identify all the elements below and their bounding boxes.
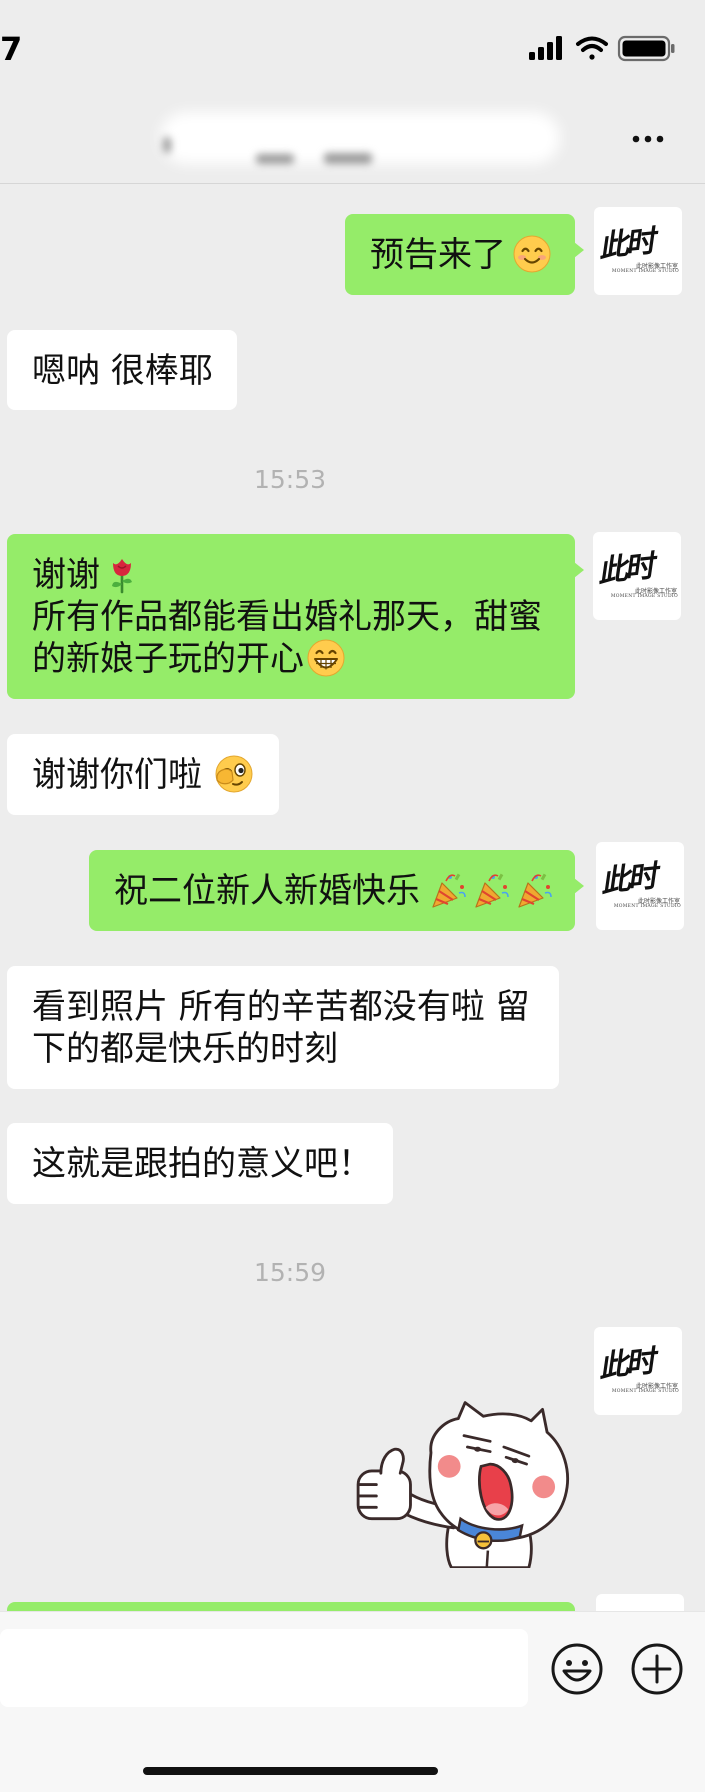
logo-subtitle-en: MOMENT IMAGE STUDIO: [611, 1389, 679, 1394]
home-indicator[interactable]: [143, 1767, 438, 1775]
logo-text: 此时: [596, 1344, 655, 1385]
title-smudge: [163, 137, 171, 153]
message-bubble-received[interactable]: 谢谢你们啦: [7, 734, 279, 815]
message-bubble-received[interactable]: 嗯呐 很棒耶: [7, 330, 237, 410]
avatar-self[interactable]: 此时 此时影像工作室 MOMENT IMAGE STUDIO: [594, 207, 682, 295]
cat-thumbs-up-sticker[interactable]: [349, 1400, 571, 1568]
cellular-signal-icon: [529, 36, 562, 60]
message-line: 谢谢: [32, 554, 550, 596]
avatar-self[interactable]: 此时 此时影像工作室 MOMENT IMAGE STUDIO: [596, 842, 684, 930]
chat-timestamp: 15:59: [253, 1258, 327, 1287]
chat-screen: 7 预告来了 此时 此时影像工作室 MOMENT IMAGE STUDIO 嗯呐…: [0, 0, 705, 1792]
logo-subtitle-en: MOMENT IMAGE STUDIO: [611, 269, 679, 274]
message-line: 下的都是快乐的时刻: [32, 1029, 338, 1069]
sticker-thumb: [379, 1447, 405, 1475]
message-line: 的新娘子玩的开心: [32, 638, 550, 680]
message-text: 预告来了: [370, 235, 506, 275]
message-bubble-received[interactable]: 看到照片 所有的辛苦都没有啦 留 下的都是快乐的时刻: [7, 966, 559, 1089]
message-text: 的新娘子玩的开心: [32, 639, 304, 679]
message-text: 谢谢你们啦: [32, 755, 202, 795]
message-text: 嗯呐 很棒耶: [32, 351, 213, 391]
message-input[interactable]: [0, 1629, 528, 1707]
party-popper-emoji-icon: [475, 873, 509, 908]
rose-emoji-icon: [112, 559, 132, 594]
battery-icon: [617, 35, 675, 62]
plus-circle-icon[interactable]: [629, 1641, 685, 1697]
smiling-face-emoji-icon: [513, 235, 551, 273]
message-line: 谢谢你们啦: [32, 754, 254, 796]
input-panel: [0, 1611, 705, 1792]
message-bubble-received[interactable]: 这就是跟拍的意义吧！: [7, 1123, 393, 1204]
avatar-self[interactable]: 此时 此时影像工作室 MOMENT IMAGE STUDIO: [594, 1327, 682, 1415]
message-line: 祝二位新人新婚快乐: [114, 870, 552, 912]
chat-timestamp: 15:53: [253, 465, 327, 494]
logo-subtitle-en: MOMENT IMAGE STUDIO: [613, 904, 681, 909]
message-bubble-sent[interactable]: 谢谢 所有作品都能看出婚礼那天，甜蜜 的新娘子玩的开心: [7, 534, 584, 699]
emoji-face-icon[interactable]: [549, 1641, 605, 1697]
message-line: 预告来了: [370, 234, 551, 276]
message-line: 所有作品都能看出婚礼那天，甜蜜: [32, 597, 542, 637]
status-time: 7: [0, 30, 23, 68]
message-line: 看到照片 所有的辛苦都没有啦 留: [32, 987, 530, 1027]
more-dots-icon[interactable]: [628, 128, 668, 150]
logo-text: 此时: [596, 224, 655, 265]
party-popper-emoji-icon: [518, 873, 552, 908]
avatar-self[interactable]: 此时 此时影像工作室 MOMENT IMAGE STUDIO: [593, 532, 681, 620]
chat-header: 7: [0, 0, 705, 184]
grinning-face-emoji-icon: [307, 639, 345, 677]
title-smudge: [324, 153, 372, 164]
message-bubble-sent[interactable]: 祝二位新人新婚快乐: [89, 850, 584, 931]
message-text: 这就是跟拍的意义吧！: [32, 1144, 372, 1184]
logo-subtitle-en: MOMENT IMAGE STUDIO: [610, 594, 678, 599]
message-bubble-sent[interactable]: 预告来了: [345, 214, 584, 295]
title-smudge: [256, 154, 294, 164]
party-popper-emoji-icon: [432, 873, 466, 908]
message-text: 祝二位新人新婚快乐: [114, 871, 420, 911]
wifi-icon: [576, 36, 608, 60]
status-icons: [529, 35, 675, 62]
logo-text: 此时: [598, 859, 657, 900]
logo-text: 此时: [595, 549, 654, 590]
message-text: 谢谢: [32, 555, 100, 595]
wink-face-emoji-icon: [215, 755, 253, 793]
